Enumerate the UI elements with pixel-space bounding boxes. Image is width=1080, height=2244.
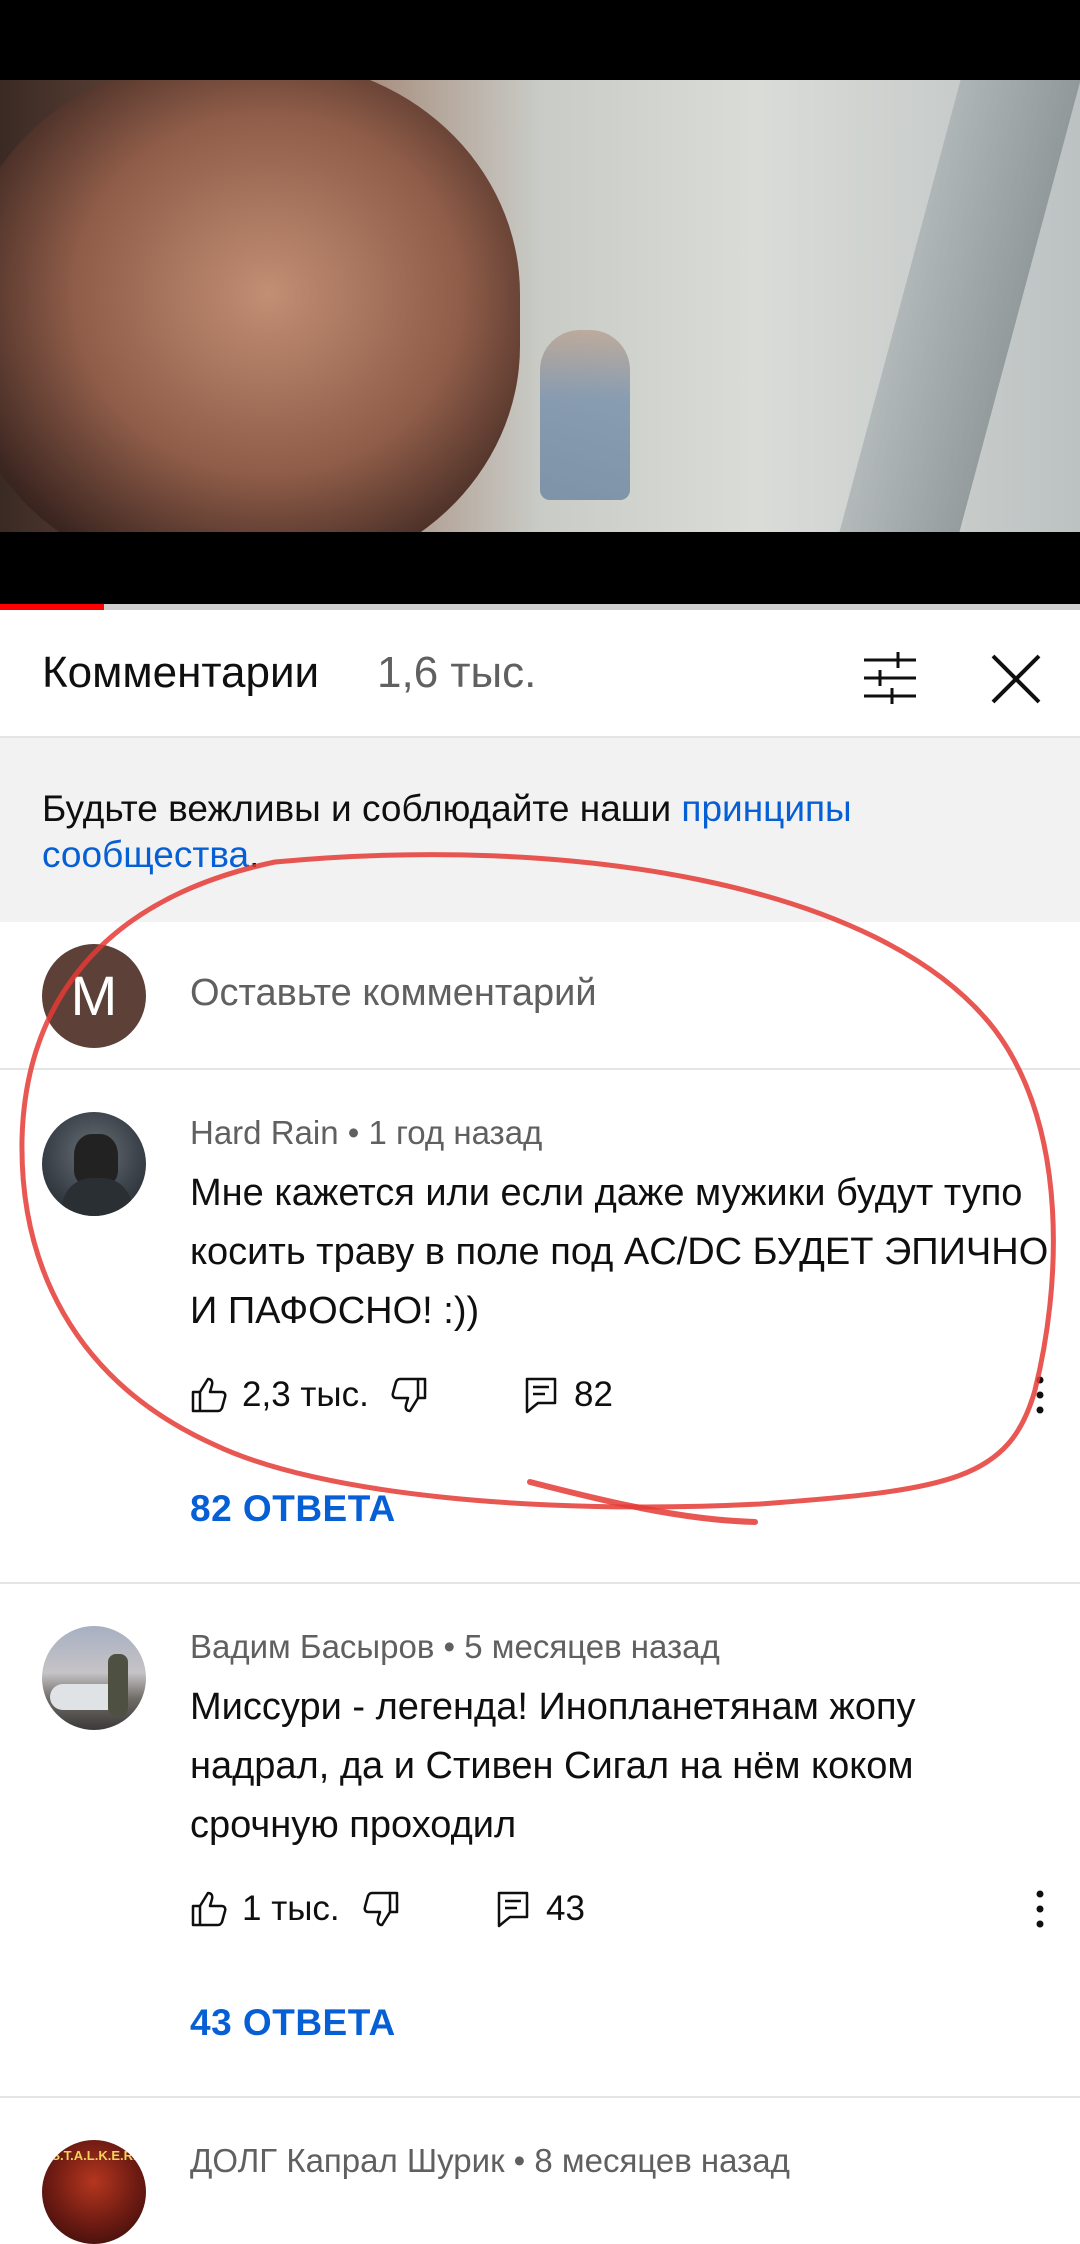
comment-meta: Hard Rain • 1 год назад <box>190 1114 542 1152</box>
comment-divider <box>0 1582 1080 1584</box>
comments-count: 1,6 тыс. <box>377 648 537 697</box>
comment-actions: 1 тыс. 43 <box>190 1884 1050 1934</box>
reply-comment-icon <box>497 1891 529 1928</box>
community-guidelines-notice: Будьте вежливы и соблюдайте наши принцип… <box>0 738 1080 922</box>
comment-time: 8 месяцев назад <box>534 2142 790 2179</box>
more-vert-icon <box>1036 1890 1044 1928</box>
comment-author[interactable]: ДОЛГ Капрал Шурик <box>190 2142 505 2179</box>
dislike-button[interactable] <box>390 1370 428 1420</box>
comment-text: Миссури - легенда! Инопланетянам жопу на… <box>190 1686 916 1846</box>
thumb-up-icon <box>191 1377 227 1413</box>
video-frame[interactable] <box>0 80 1080 532</box>
more-vert-icon <box>1036 1376 1044 1414</box>
comment-meta: Вадим Басыров • 5 месяцев назад <box>190 1628 720 1666</box>
comment-time: 1 год назад <box>368 1114 543 1151</box>
thumb-up-icon <box>191 1891 227 1927</box>
close-icon <box>991 654 1041 704</box>
video-player[interactable] <box>0 0 1080 610</box>
view-replies-button[interactable]: 43 ОТВЕТА <box>190 2002 396 2044</box>
comment-input[interactable]: Оставьте комментарий <box>190 972 597 1015</box>
add-comment-row[interactable]: M Оставьте комментарий <box>0 922 1080 1070</box>
author-avatar[interactable] <box>42 1112 146 1216</box>
video-person <box>0 80 520 532</box>
user-avatar: M <box>42 944 146 1048</box>
annotation-underline-stroke <box>527 1479 758 1525</box>
reply-button[interactable]: 82 <box>524 1370 613 1420</box>
meta-separator: • <box>434 1628 465 1665</box>
like-count: 1 тыс. <box>242 1889 340 1928</box>
video-background-figure <box>540 330 630 500</box>
avatar-body <box>62 1178 132 1216</box>
comments-title: Комментарии <box>42 648 320 697</box>
reply-button[interactable]: 43 <box>496 1884 585 1934</box>
thumb-down-icon <box>363 1891 399 1927</box>
comment-text: Мне кажется или если даже мужики будут т… <box>190 1172 1049 1332</box>
like-count: 2,3 тыс. <box>242 1375 369 1414</box>
comment-meta: ДОЛГ Капрал Шурик • 8 месяцев назад <box>190 2142 790 2180</box>
thumb-down-icon <box>391 1377 427 1413</box>
comment-divider <box>0 2096 1080 2098</box>
reply-comment-icon <box>525 1377 557 1414</box>
video-background-pillar <box>839 80 1080 532</box>
avatar-person <box>108 1654 128 1716</box>
more-options-button[interactable] <box>1030 1886 1050 1932</box>
author-avatar[interactable]: S.T.A.L.K.E.R. <box>42 2140 146 2244</box>
comments-header: Комментарии 1,6 тыс. <box>0 610 1080 738</box>
comment-author[interactable]: Вадим Басыров <box>190 1628 434 1665</box>
reply-count: 82 <box>574 1375 613 1414</box>
like-button[interactable]: 1 тыс. <box>190 1884 340 1934</box>
view-replies-button[interactable]: 82 ОТВЕТА <box>190 1488 396 1530</box>
author-avatar[interactable] <box>42 1626 146 1730</box>
sort-filter-icon <box>864 652 916 704</box>
comment-author[interactable]: Hard Rain <box>190 1114 339 1151</box>
more-options-button[interactable] <box>1030 1372 1050 1418</box>
close-button[interactable] <box>985 648 1047 710</box>
notice-text: Будьте вежливы и соблюдайте наши принцип… <box>42 786 1032 878</box>
reply-count: 43 <box>546 1889 585 1928</box>
avatar-badge-text: S.T.A.L.K.E.R. <box>51 2148 137 2163</box>
like-button[interactable]: 2,3 тыс. <box>190 1370 369 1420</box>
notice-text-before: Будьте вежливы и соблюдайте наши <box>42 788 682 829</box>
comment-time: 5 месяцев назад <box>464 1628 720 1665</box>
comment-actions: 2,3 тыс. 82 <box>190 1370 1050 1420</box>
notice-text-after: . <box>249 834 260 875</box>
meta-separator: • <box>504 2142 535 2179</box>
sort-button[interactable] <box>860 648 920 708</box>
dislike-button[interactable] <box>362 1884 400 1934</box>
meta-separator: • <box>338 1114 369 1151</box>
